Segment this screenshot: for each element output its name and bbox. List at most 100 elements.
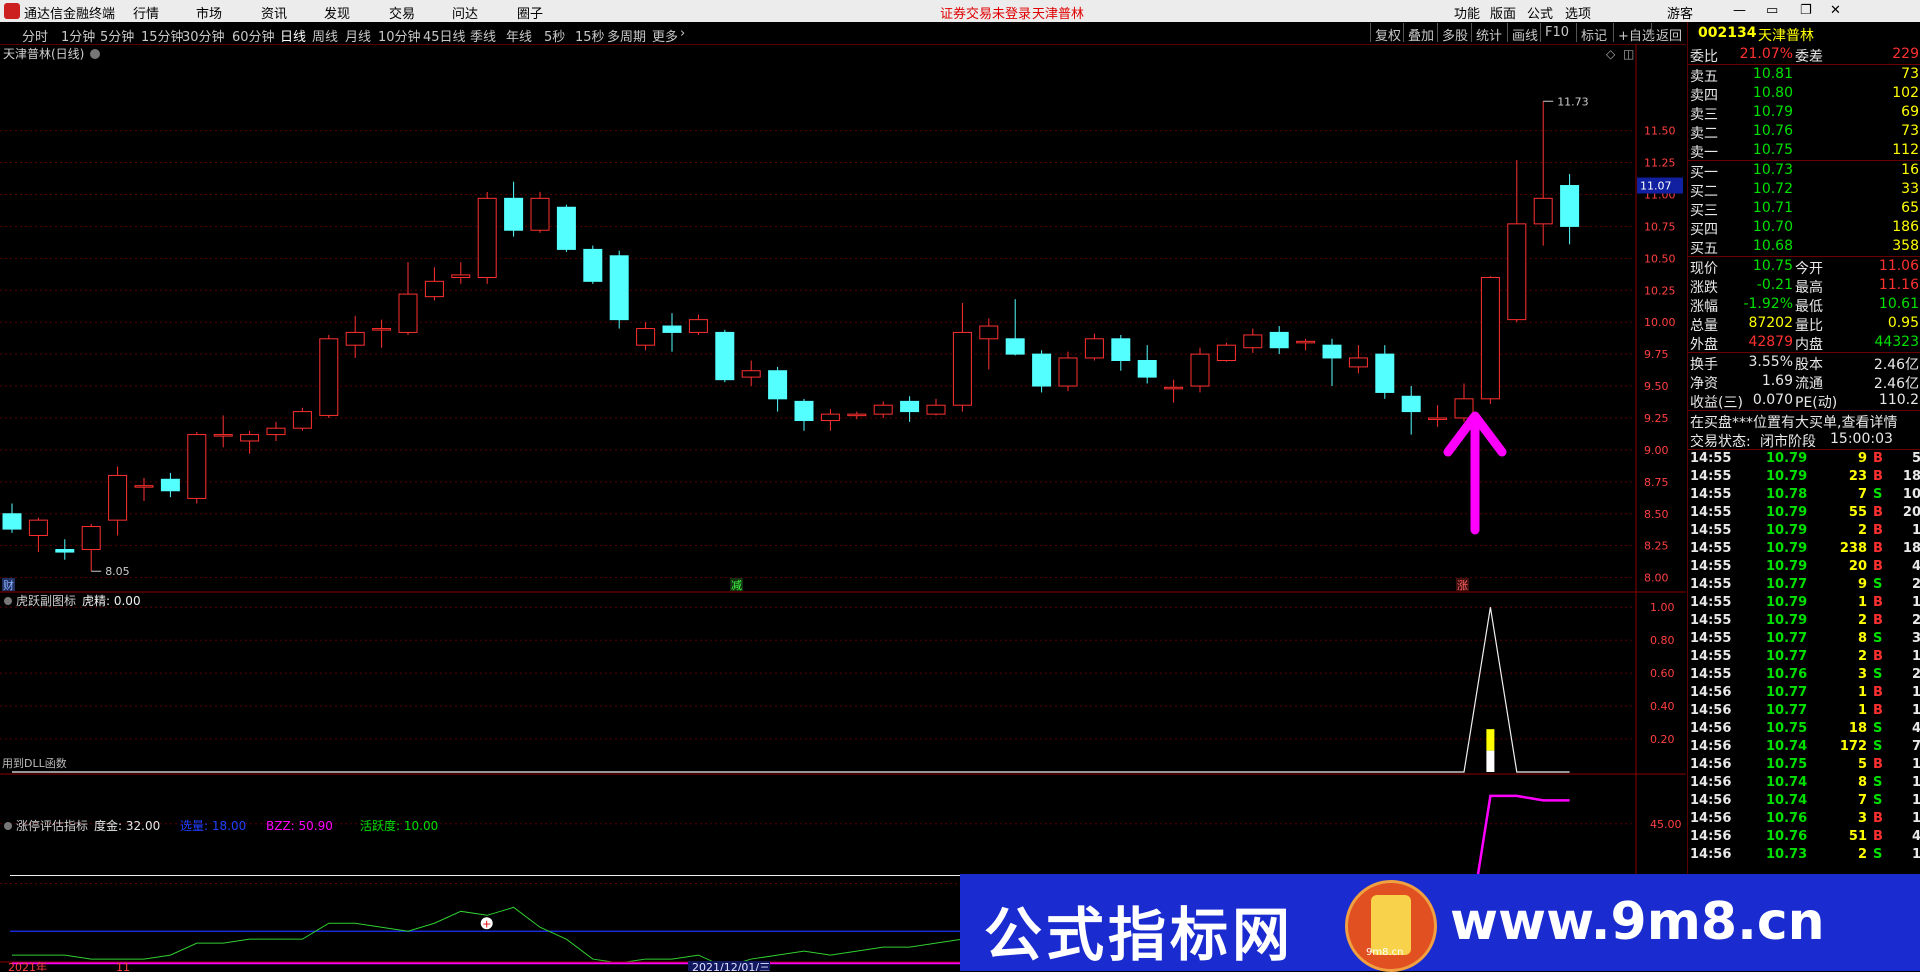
toolbar-button-4[interactable]: 画线 [1507,23,1542,44]
candle-body-44[interactable] [1164,386,1184,390]
candle-body-51[interactable] [1348,357,1368,368]
candle-body-2[interactable] [55,549,75,553]
restore-icon[interactable]: ▭ [1766,3,1778,18]
menu-hangqing[interactable]: 行情 [133,3,159,22]
candle-body-6[interactable] [160,478,180,492]
candle-body-38[interactable] [1005,338,1025,355]
candle-body-0[interactable] [2,513,22,530]
candle-body-11[interactable] [292,411,312,429]
period-tab-7[interactable]: 周线 [312,26,338,45]
candle-body-25[interactable] [662,325,682,333]
candle-body-28[interactable] [741,370,761,378]
period-tab-1[interactable]: 1分钟 [61,26,95,45]
candle-body-5[interactable] [134,485,154,488]
period-tab-16[interactable]: 更多 [652,26,678,45]
candle-body-37[interactable] [979,325,999,340]
candle-body-21[interactable] [556,206,576,250]
candle-body-26[interactable] [688,319,708,333]
period-tab-8[interactable]: 月线 [345,26,371,45]
candle-body-36[interactable] [952,331,972,406]
period-tab-14[interactable]: 15秒 [575,26,605,45]
period-tab-2[interactable]: 5分钟 [100,26,134,45]
candle-body-14[interactable] [372,328,392,331]
candle-body-13[interactable] [345,331,365,346]
period-tab-4[interactable]: 30分钟 [182,26,225,45]
period-tab-0[interactable]: 分时 [22,26,48,45]
close-icon[interactable]: ✕ [1830,3,1841,18]
toolbar-button-3[interactable]: 统计 [1471,23,1506,44]
candle-body-30[interactable] [794,400,814,422]
user-label[interactable]: 游客 [1667,3,1693,22]
candle-body-16[interactable] [424,280,444,298]
minimize-icon[interactable]: — [1733,3,1746,18]
maximize-icon[interactable]: ❐ [1800,3,1812,18]
candle-body-43[interactable] [1137,360,1157,378]
candle-body-3[interactable] [81,526,101,551]
period-tab-13[interactable]: 5秒 [544,26,565,45]
settings-circle-icon[interactable] [90,49,100,59]
candle-body-15[interactable] [398,293,418,333]
candle-body-58[interactable] [1533,197,1553,225]
toolbar-button-0[interactable]: 复权 [1370,23,1405,44]
candle-body-18[interactable] [477,197,497,278]
candle-body-42[interactable] [1111,338,1131,362]
candle-body-53[interactable] [1401,395,1421,413]
toolbar-button-8[interactable]: 返回 [1651,23,1686,44]
candle-body-1[interactable] [28,519,48,536]
candle-body-48[interactable] [1269,331,1289,349]
menu-shichang[interactable]: 市场 [196,3,222,22]
candle-body-47[interactable] [1243,334,1263,349]
sub1-line[interactable] [12,607,1570,773]
menu-zixun[interactable]: 资讯 [261,3,287,22]
candle-body-22[interactable] [583,248,603,282]
candle-body-35[interactable] [926,404,946,415]
candle-body-10[interactable] [266,427,286,436]
sub2-settings-icon[interactable] [4,822,12,830]
menu-faxian[interactable]: 发现 [324,3,350,22]
candle-body-50[interactable] [1322,344,1342,359]
candle-body-8[interactable] [213,434,233,437]
candle-body-41[interactable] [1084,338,1104,359]
toolbar-button-5[interactable]: F10 [1540,23,1573,42]
candle-body-59[interactable] [1560,185,1580,227]
candle-body-12[interactable] [319,338,339,416]
candle-body-52[interactable] [1375,353,1395,393]
candle-body-34[interactable] [900,400,920,413]
toolbar-button-1[interactable]: 叠加 [1403,23,1438,44]
chart-area[interactable]: 8.00 8.25 8.50 8.75 9.00 9.25 9.50 9.75 10.00 10.… [0,44,1686,971]
period-tab-12[interactable]: 年线 [506,26,532,45]
menu-xuanxiang[interactable]: 选项 [1565,3,1591,22]
menu-quanzi[interactable]: 圈子 [517,3,543,22]
candle-body-39[interactable] [1032,353,1052,387]
candle-body-9[interactable] [240,434,260,442]
candle-body-31[interactable] [820,413,840,422]
candle-body-33[interactable] [873,404,893,415]
candle-body-20[interactable] [530,197,550,231]
period-tab-5[interactable]: 60分钟 [232,26,275,45]
candle-body-23[interactable] [609,255,629,321]
login-status[interactable]: 证券交易未登录 [940,3,1031,22]
toolbar-button-2[interactable]: 多股 [1437,23,1472,44]
menu-gongneng[interactable]: 功能 [1454,3,1480,22]
sub1-settings-icon[interactable] [4,597,12,605]
candle-body-29[interactable] [768,370,788,400]
menu-jiaoyi[interactable]: 交易 [389,3,415,22]
candle-body-45[interactable] [1190,353,1210,387]
candle-body-56[interactable] [1480,276,1500,400]
menu-gongshi[interactable]: 公式 [1527,3,1553,22]
period-tab-9[interactable]: 10分钟 [378,26,421,45]
period-tab-10[interactable]: 45日线 [423,26,466,45]
candle-body-27[interactable] [715,331,735,381]
period-tab-11[interactable]: 季线 [470,26,496,45]
candle-body-4[interactable] [108,474,128,521]
more-arrow-icon[interactable]: › [680,26,685,41]
toolbar-button-6[interactable]: 标记 [1576,23,1611,44]
candle-body-17[interactable] [451,274,471,278]
menu-wenda[interactable]: 问达 [452,3,478,22]
candle-body-40[interactable] [1058,357,1078,387]
candle-body-49[interactable] [1296,340,1316,344]
period-tab-3[interactable]: 15分钟 [141,26,184,45]
candle-body-32[interactable] [847,413,867,417]
candle-body-46[interactable] [1216,344,1236,362]
candle-body-24[interactable] [636,328,656,346]
